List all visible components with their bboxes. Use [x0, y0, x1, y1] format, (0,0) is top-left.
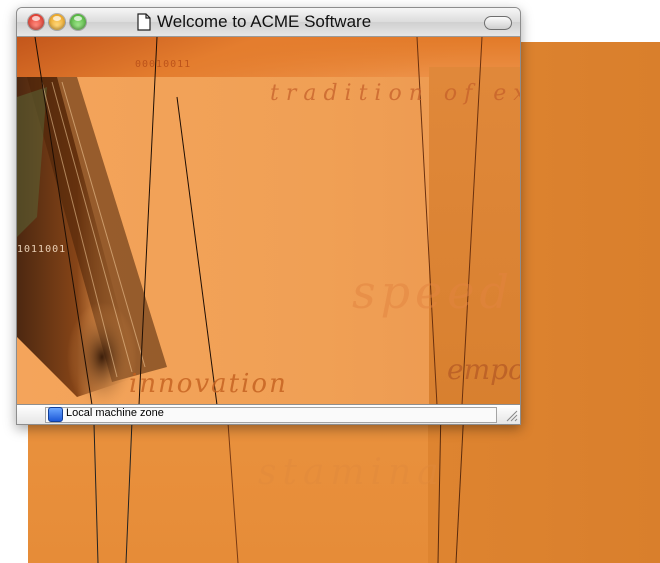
phrase-innovation: innovation [129, 369, 288, 399]
browser-window: Welcome to ACME Software 00010011 101100… [16, 7, 521, 425]
window-title-group: Welcome to ACME Software [137, 12, 371, 32]
toolbar-toggle-button[interactable] [484, 16, 512, 30]
minimize-button[interactable] [49, 14, 65, 30]
phrase-speed: speed [352, 265, 514, 319]
globe-zone-icon [48, 407, 63, 422]
binary-text-left: 1011001 [17, 244, 67, 255]
document-icon [137, 13, 151, 31]
status-bar: Local machine zone [17, 404, 520, 424]
resize-grip-icon[interactable] [504, 408, 518, 422]
security-zone-label: Local machine zone [66, 407, 164, 419]
background-word-stamina: stamina [258, 452, 445, 493]
title-bar[interactable]: Welcome to ACME Software [17, 8, 520, 37]
web-content-area[interactable]: 00010011 1011001 tradition of excellence… [17, 37, 520, 405]
window-title: Welcome to ACME Software [157, 12, 372, 31]
zoom-button[interactable] [70, 14, 86, 30]
phrase-empowering: empowering [447, 353, 520, 386]
close-button[interactable] [28, 14, 44, 30]
binary-text-top: 00010011 [135, 59, 192, 70]
phrase-tradition: tradition of excellence [270, 81, 520, 106]
